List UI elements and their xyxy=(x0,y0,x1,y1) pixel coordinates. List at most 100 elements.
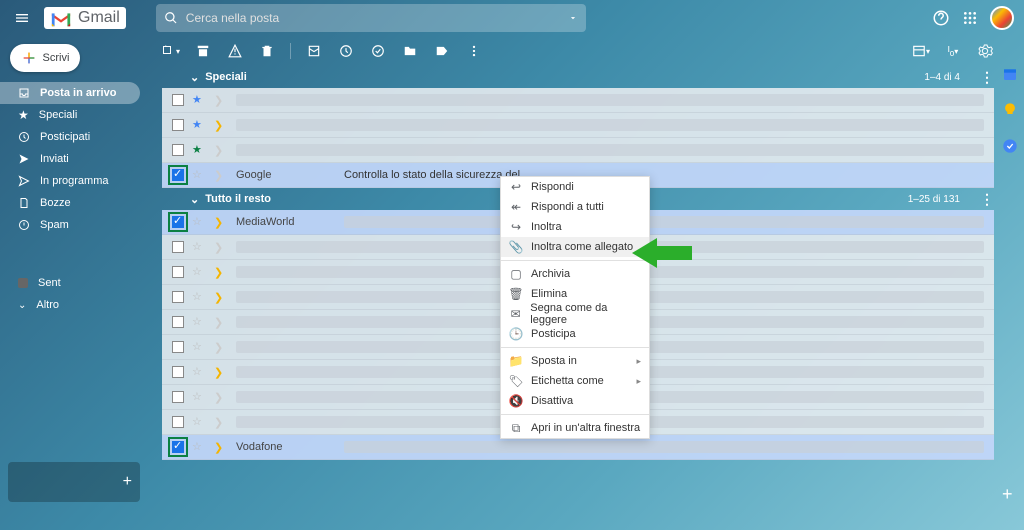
important-icon[interactable]: ❯ xyxy=(214,169,228,181)
split-pane-icon[interactable]: ▾ xyxy=(912,42,930,60)
sidebar-item-scheduled[interactable]: In programma xyxy=(0,170,140,192)
blurred-content xyxy=(236,119,984,131)
sidebar-label-sent[interactable]: Sent xyxy=(0,272,140,294)
star-icon[interactable]: ★ xyxy=(192,118,206,132)
move-to-icon[interactable] xyxy=(401,42,419,60)
ctx-mark-unread[interactable]: ✉Segna come da leggere xyxy=(501,304,649,324)
row-checkbox[interactable] xyxy=(172,391,184,403)
ctx-label-as[interactable]: 🏷Etichetta come▸ xyxy=(501,371,649,391)
row-checkbox[interactable] xyxy=(172,119,184,131)
star-icon[interactable]: ☆ xyxy=(192,215,206,229)
settings-icon[interactable] xyxy=(976,42,994,60)
email-row[interactable]: ★ ❯ xyxy=(162,138,994,163)
ctx-archive[interactable]: ▢Archivia xyxy=(501,264,649,284)
important-icon[interactable]: ❯ xyxy=(214,391,228,403)
email-row[interactable]: ★ ❯ xyxy=(162,88,994,113)
star-icon[interactable]: ☆ xyxy=(192,240,206,254)
avatar[interactable] xyxy=(990,6,1014,30)
important-icon[interactable]: ❯ xyxy=(214,266,228,278)
tasks-icon[interactable] xyxy=(1002,138,1018,154)
row-checkbox[interactable] xyxy=(172,366,184,378)
sidebar-item-starred[interactable]: ★ Speciali xyxy=(0,104,140,126)
important-icon[interactable]: ❯ xyxy=(214,416,228,428)
labels-icon[interactable] xyxy=(433,42,451,60)
sidebar-item-drafts[interactable]: Bozze xyxy=(0,192,140,214)
section-title: Speciali xyxy=(205,71,247,83)
ctx-delete[interactable]: 🗑Elimina xyxy=(501,284,649,304)
delete-icon[interactable] xyxy=(258,42,276,60)
apps-icon[interactable] xyxy=(962,10,978,26)
row-checkbox[interactable] xyxy=(172,241,184,253)
important-icon[interactable]: ❯ xyxy=(214,441,228,453)
row-checkbox[interactable] xyxy=(172,341,184,353)
section-more-icon[interactable]: ⋮ xyxy=(980,191,994,208)
side-panel: + xyxy=(996,36,1024,530)
calendar-icon[interactable] xyxy=(1002,66,1018,82)
section-more-icon[interactable]: ⋮ xyxy=(980,69,994,86)
star-icon[interactable]: ★ xyxy=(192,143,206,157)
row-checkbox[interactable] xyxy=(172,266,184,278)
important-icon[interactable]: ❯ xyxy=(214,366,228,378)
row-checkbox[interactable] xyxy=(172,94,184,106)
search-input[interactable] xyxy=(186,11,568,25)
ctx-reply[interactable]: ↩Rispondi xyxy=(501,177,649,197)
row-checkbox[interactable] xyxy=(172,169,184,181)
important-icon[interactable]: ❯ xyxy=(214,241,228,253)
row-checkbox[interactable] xyxy=(172,144,184,156)
ctx-snooze[interactable]: 🕒Posticipa xyxy=(501,324,649,344)
important-icon[interactable]: ❯ xyxy=(214,119,228,131)
important-icon[interactable]: ❯ xyxy=(214,94,228,106)
keep-icon[interactable] xyxy=(1002,102,1018,118)
sidebar-item-sent[interactable]: Inviati xyxy=(0,148,140,170)
mark-read-icon[interactable] xyxy=(305,42,323,60)
more-icon[interactable] xyxy=(465,42,483,60)
sidebar-item-inbox[interactable]: Posta in arrivo xyxy=(0,82,140,104)
important-icon[interactable]: ❯ xyxy=(214,144,228,156)
important-icon[interactable]: ❯ xyxy=(214,291,228,303)
row-checkbox[interactable] xyxy=(172,216,184,228)
star-icon[interactable]: ☆ xyxy=(192,168,206,182)
star-icon[interactable]: ☆ xyxy=(192,365,206,379)
important-icon[interactable]: ❯ xyxy=(214,216,228,228)
important-icon[interactable]: ❯ xyxy=(214,341,228,353)
section-header-speciali[interactable]: ⌄ Speciali 1–4 di 4 ⋮ xyxy=(162,66,994,88)
row-checkbox[interactable] xyxy=(172,441,184,453)
hangouts-profile[interactable]: + xyxy=(8,462,140,502)
main-menu-button[interactable] xyxy=(10,6,34,30)
sidebar-item-spam[interactable]: Spam xyxy=(0,214,140,236)
star-icon[interactable]: ☆ xyxy=(192,340,206,354)
blurred-content xyxy=(236,144,984,156)
email-row[interactable]: ★ ❯ xyxy=(162,113,994,138)
ctx-open-window[interactable]: ⧉Apri in un'altra finestra xyxy=(501,418,649,438)
input-tools-icon[interactable]: ᴵₒ▾ xyxy=(944,42,962,60)
chevron-down-icon[interactable] xyxy=(568,13,578,23)
row-checkbox[interactable] xyxy=(172,291,184,303)
star-icon[interactable]: ★ xyxy=(192,93,206,107)
sidebar-item-snoozed[interactable]: Posticipati xyxy=(0,126,140,148)
report-spam-icon[interactable] xyxy=(226,42,244,60)
snooze-icon[interactable] xyxy=(337,42,355,60)
help-icon[interactable] xyxy=(932,9,950,27)
sender-name: Google xyxy=(236,169,336,181)
star-icon[interactable]: ☆ xyxy=(192,265,206,279)
ctx-reply-all[interactable]: ↞Rispondi a tutti xyxy=(501,197,649,217)
ctx-mute[interactable]: 🔇Disattiva xyxy=(501,391,649,411)
select-all-checkbox[interactable]: ▾ xyxy=(162,42,180,60)
sidebar-item-more[interactable]: ⌄ Altro xyxy=(0,294,140,316)
compose-button[interactable]: Scrivi xyxy=(10,44,80,72)
add-task-icon[interactable] xyxy=(369,42,387,60)
ctx-move-to[interactable]: 📁Sposta in▸ xyxy=(501,351,649,371)
row-checkbox[interactable] xyxy=(172,316,184,328)
star-icon[interactable]: ☆ xyxy=(192,315,206,329)
star-icon[interactable]: ☆ xyxy=(192,440,206,454)
star-icon[interactable]: ☆ xyxy=(192,390,206,404)
ctx-forward[interactable]: ↪Inoltra xyxy=(501,217,649,237)
archive-icon[interactable] xyxy=(194,42,212,60)
add-icon[interactable]: + xyxy=(1002,484,1018,500)
important-icon[interactable]: ❯ xyxy=(214,316,228,328)
ctx-forward-attachment[interactable]: 📎Inoltra come allegato xyxy=(501,237,649,257)
row-checkbox[interactable] xyxy=(172,416,184,428)
search-box[interactable] xyxy=(156,4,586,32)
star-icon[interactable]: ☆ xyxy=(192,415,206,429)
star-icon[interactable]: ☆ xyxy=(192,290,206,304)
